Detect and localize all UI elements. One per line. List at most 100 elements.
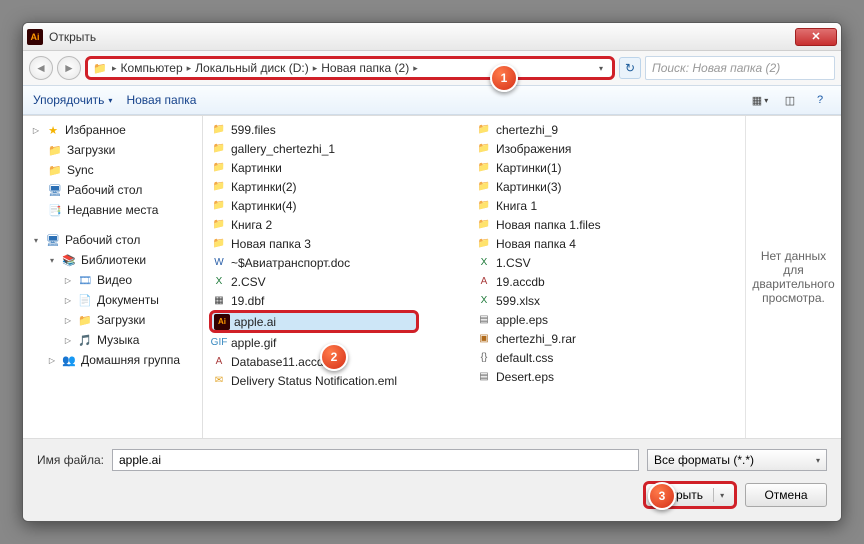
chevron-icon: ▸ bbox=[187, 63, 192, 74]
help-button[interactable]: ? bbox=[809, 91, 831, 109]
file-name: 2.CSV bbox=[231, 275, 266, 289]
sidebar-lib-item[interactable]: ▷🎵Музыка bbox=[25, 330, 200, 350]
nav-icon: 📁 bbox=[77, 312, 93, 328]
file-item[interactable]: 📁Изображения bbox=[474, 139, 739, 158]
file-item[interactable]: 📁Картинки(4) bbox=[209, 196, 474, 215]
file-icon: 📁 bbox=[211, 198, 227, 214]
file-icon: 📁 bbox=[211, 141, 227, 157]
file-item[interactable]: 📁 Картинки bbox=[209, 158, 474, 177]
sidebar-desktop[interactable]: ▾🖥 Рабочий стол bbox=[25, 230, 200, 250]
file-pane: 📁599.files📁gallery_chertezhi_1📁Картинки📁… bbox=[203, 116, 841, 438]
homegroup-icon: 👥 bbox=[61, 352, 77, 368]
chevron-down-icon: ▾ bbox=[720, 491, 724, 500]
file-item[interactable]: 📁Картинки(3) bbox=[474, 177, 739, 196]
file-icon: A bbox=[476, 274, 492, 290]
filetype-combo[interactable]: Все форматы (*.*)▾ bbox=[647, 449, 827, 471]
file-name: Картинки bbox=[231, 161, 282, 175]
file-item[interactable]: W~$Авиатранспорт.doc bbox=[209, 253, 474, 272]
file-item[interactable]: 📁 Картинки(1) bbox=[474, 158, 739, 177]
close-button[interactable]: ✕ bbox=[795, 28, 837, 46]
file-icon: X bbox=[476, 255, 492, 271]
file-item[interactable]: A 19.accdb bbox=[474, 272, 739, 291]
preview-pane-button[interactable]: ◫ bbox=[779, 91, 801, 109]
view-mode-button[interactable]: ▦ bbox=[749, 91, 771, 109]
file-item[interactable]: ▣chertezhi_9.rar bbox=[474, 329, 739, 348]
sidebar-lib-item[interactable]: ▷🎞Видео bbox=[25, 270, 200, 290]
nav-icon: 📄 bbox=[77, 292, 93, 308]
file-item[interactable]: ✉Delivery Status Notification.eml bbox=[209, 371, 474, 390]
search-input[interactable]: Поиск: Новая папка (2) bbox=[645, 56, 835, 80]
file-name: chertezhi_9.rar bbox=[496, 332, 576, 346]
file-item[interactable]: 📁Новая папка 3 bbox=[209, 234, 474, 253]
sidebar-homegroup[interactable]: ▷👥 Домашняя группа bbox=[25, 350, 200, 370]
file-item[interactable]: ▤apple.eps bbox=[474, 310, 739, 329]
breadcrumb[interactable]: 📁 ▸ Компьютер ▸ Локальный диск (D:) ▸ Но… bbox=[85, 56, 615, 80]
file-icon: X bbox=[476, 293, 492, 309]
sidebar-fav-item[interactable]: 📁Загрузки bbox=[25, 140, 200, 160]
file-name: Книга 1 bbox=[496, 199, 537, 213]
file-icon: A bbox=[211, 354, 227, 370]
titlebar: Ai Открыть ✕ bbox=[23, 23, 841, 51]
file-item[interactable]: Aiapple.ai bbox=[209, 310, 419, 333]
file-icon: X bbox=[211, 274, 227, 290]
preview-pane: Нет данных для дварительного просмотра. bbox=[745, 116, 841, 438]
file-item[interactable]: 📁gallery_chertezhi_1 bbox=[209, 139, 474, 158]
sidebar-fav-item[interactable]: 🖥Рабочий стол bbox=[25, 180, 200, 200]
file-icon: ▦ bbox=[211, 293, 227, 309]
star-icon: ★ bbox=[45, 122, 61, 138]
file-item[interactable]: 📁chertezhi_9 bbox=[474, 120, 739, 139]
dialog-body: ▷★ Избранное 📁Загрузки📁Sync🖥Рабочий стол… bbox=[23, 115, 841, 438]
breadcrumb-seg-1[interactable]: Локальный диск (D:) bbox=[195, 61, 309, 75]
sidebar-fav-item[interactable]: 📑Недавние места bbox=[25, 200, 200, 220]
window-title: Открыть bbox=[49, 30, 96, 44]
breadcrumb-seg-2[interactable]: Новая папка (2) bbox=[321, 61, 409, 75]
file-name: Картинки(3) bbox=[496, 180, 562, 194]
toolbar: Упорядочить Новая папка ▦ ◫ ? bbox=[23, 85, 841, 115]
sidebar-libraries[interactable]: ▾📚 Библиотеки bbox=[25, 250, 200, 270]
file-item[interactable]: X599.xlsx bbox=[474, 291, 739, 310]
file-name: Изображения bbox=[496, 142, 571, 156]
library-icon: 📚 bbox=[61, 252, 77, 268]
file-item[interactable]: 📁Новая папка 1.files bbox=[474, 215, 739, 234]
nav-row: ◄ ► 📁 ▸ Компьютер ▸ Локальный диск (D:) … bbox=[23, 51, 841, 85]
sidebar-lib-item[interactable]: ▷📄Документы bbox=[25, 290, 200, 310]
filename-input[interactable]: apple.ai bbox=[112, 449, 639, 471]
back-button[interactable]: ◄ bbox=[29, 56, 53, 80]
new-folder-button[interactable]: Новая папка bbox=[126, 93, 196, 107]
file-name: Картинки(1) bbox=[496, 161, 562, 175]
file-item[interactable]: 📁Книга 1 bbox=[474, 196, 739, 215]
bottom-bar: Имя файла: apple.ai Все форматы (*.*)▾ О… bbox=[23, 438, 841, 521]
file-name: Картинки(2) bbox=[231, 180, 297, 194]
breadcrumb-root-icon: 📁 bbox=[92, 60, 108, 76]
sidebar-favorites[interactable]: ▷★ Избранное bbox=[25, 120, 200, 140]
app-icon: Ai bbox=[27, 29, 43, 45]
cancel-button[interactable]: Отмена bbox=[745, 483, 827, 507]
file-name: Delivery Status Notification.eml bbox=[231, 374, 397, 388]
refresh-button[interactable]: ↻ bbox=[619, 57, 641, 79]
file-item[interactable]: 📁599.files bbox=[209, 120, 474, 139]
file-item[interactable]: {}default.css bbox=[474, 348, 739, 367]
sidebar-lib-item[interactable]: ▷📁Загрузки bbox=[25, 310, 200, 330]
file-list[interactable]: 📁599.files📁gallery_chertezhi_1📁Картинки📁… bbox=[203, 116, 745, 438]
file-icon: 📁 bbox=[476, 160, 492, 176]
sidebar-fav-item[interactable]: 📁Sync bbox=[25, 160, 200, 180]
nav-icon: 📁 bbox=[47, 162, 63, 178]
file-item[interactable]: 📁Книга 2 bbox=[209, 215, 474, 234]
breadcrumb-seg-0[interactable]: Компьютер bbox=[121, 61, 183, 75]
file-item[interactable]: ▤Desert.eps bbox=[474, 367, 739, 386]
file-item[interactable]: X1.CSV bbox=[474, 253, 739, 272]
file-icon: 📁 bbox=[211, 160, 227, 176]
annotation-marker-2: 2 bbox=[320, 343, 348, 371]
open-dialog: Ai Открыть ✕ ◄ ► 📁 ▸ Компьютер ▸ Локальн… bbox=[22, 22, 842, 522]
sidebar: ▷★ Избранное 📁Загрузки📁Sync🖥Рабочий стол… bbox=[23, 116, 203, 438]
file-item[interactable]: ▦19.dbf bbox=[209, 291, 474, 310]
file-item[interactable]: 📁Новая папка 4 bbox=[474, 234, 739, 253]
file-icon: {} bbox=[476, 350, 492, 366]
organize-button[interactable]: Упорядочить bbox=[33, 93, 112, 107]
file-name: 19.accdb bbox=[496, 275, 545, 289]
forward-button[interactable]: ► bbox=[57, 56, 81, 80]
file-item[interactable]: X 2.CSV bbox=[209, 272, 474, 291]
file-item[interactable]: 📁Картинки(2) bbox=[209, 177, 474, 196]
file-icon: ▤ bbox=[476, 312, 492, 328]
breadcrumb-dropdown[interactable]: ▾ bbox=[594, 61, 608, 75]
